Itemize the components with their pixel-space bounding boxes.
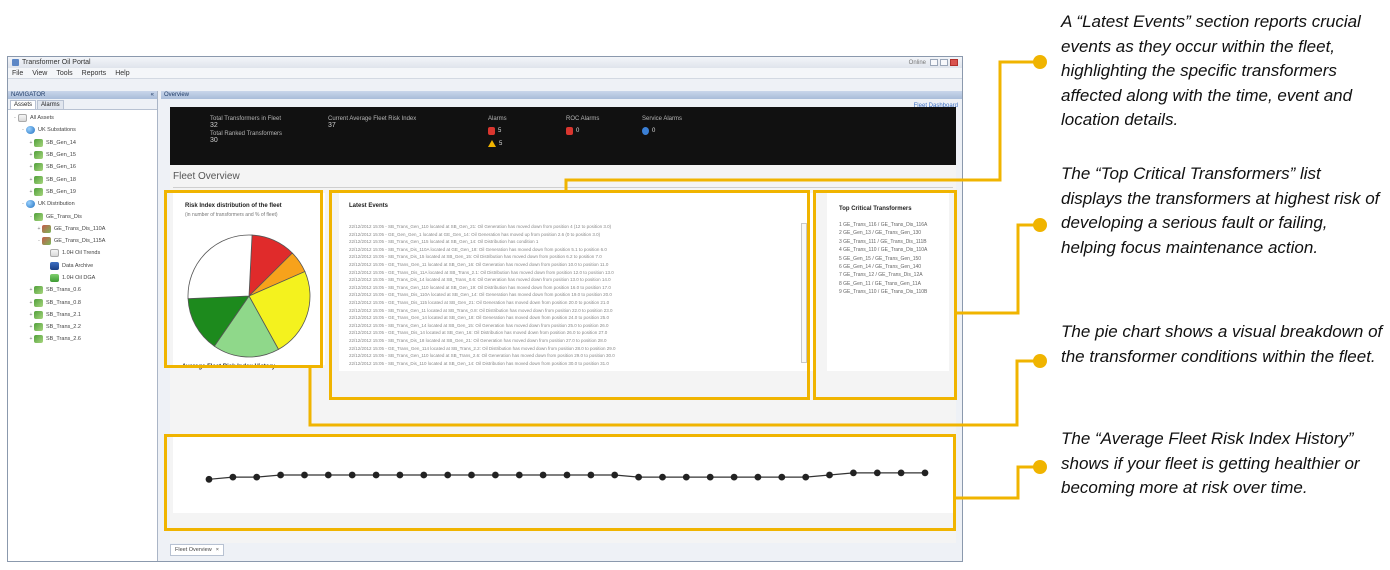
callout-dot [1033, 55, 1047, 69]
top-critical-annotation: The “Top Critical Transformers” list dis… [1061, 164, 1380, 257]
callout-dot [1033, 460, 1047, 474]
latest-events-annotation: A “Latest Events” section reports crucia… [1061, 12, 1361, 129]
history-annotation: The “Average Fleet Risk Index History” s… [1061, 429, 1360, 497]
callout-dot [1033, 218, 1047, 232]
callout-dot [1033, 354, 1047, 368]
pie-chart-annotation: The pie chart shows a visual breakdown o… [1061, 322, 1383, 366]
